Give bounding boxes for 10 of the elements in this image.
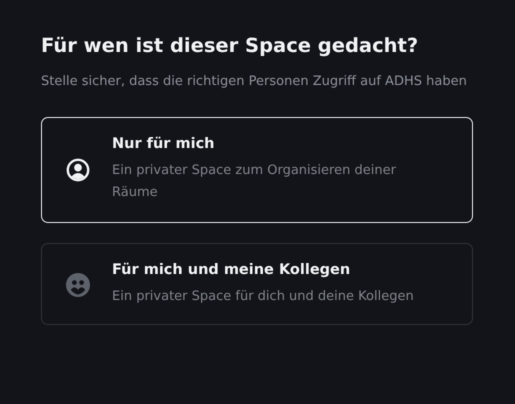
option-title: Nur für mich [112, 136, 216, 152]
option-card[interactable]: Für mich und meine Kollegen Ein privater Space für dich und deine Kollegen [41, 243, 473, 325]
option-description: Ein privater Space für dich und deine Kollegen [112, 288, 414, 306]
user-icon [66, 158, 90, 182]
dialog-title: Für wen ist dieser Space gedacht? [41, 34, 420, 57]
group-icon [66, 273, 90, 297]
dialog-subtitle: Stelle sicher, dass die richtigen Personen Zugriff auf ADHS haben [41, 73, 468, 91]
option-card[interactable]: Nur für mich Ein privater Space zum Organisieren deiner Räume [41, 117, 473, 223]
option-title: Für mich und meine Kollegen [112, 262, 352, 278]
option-description: Ein privater Space zum Organisieren deiner Räume [112, 162, 397, 202]
